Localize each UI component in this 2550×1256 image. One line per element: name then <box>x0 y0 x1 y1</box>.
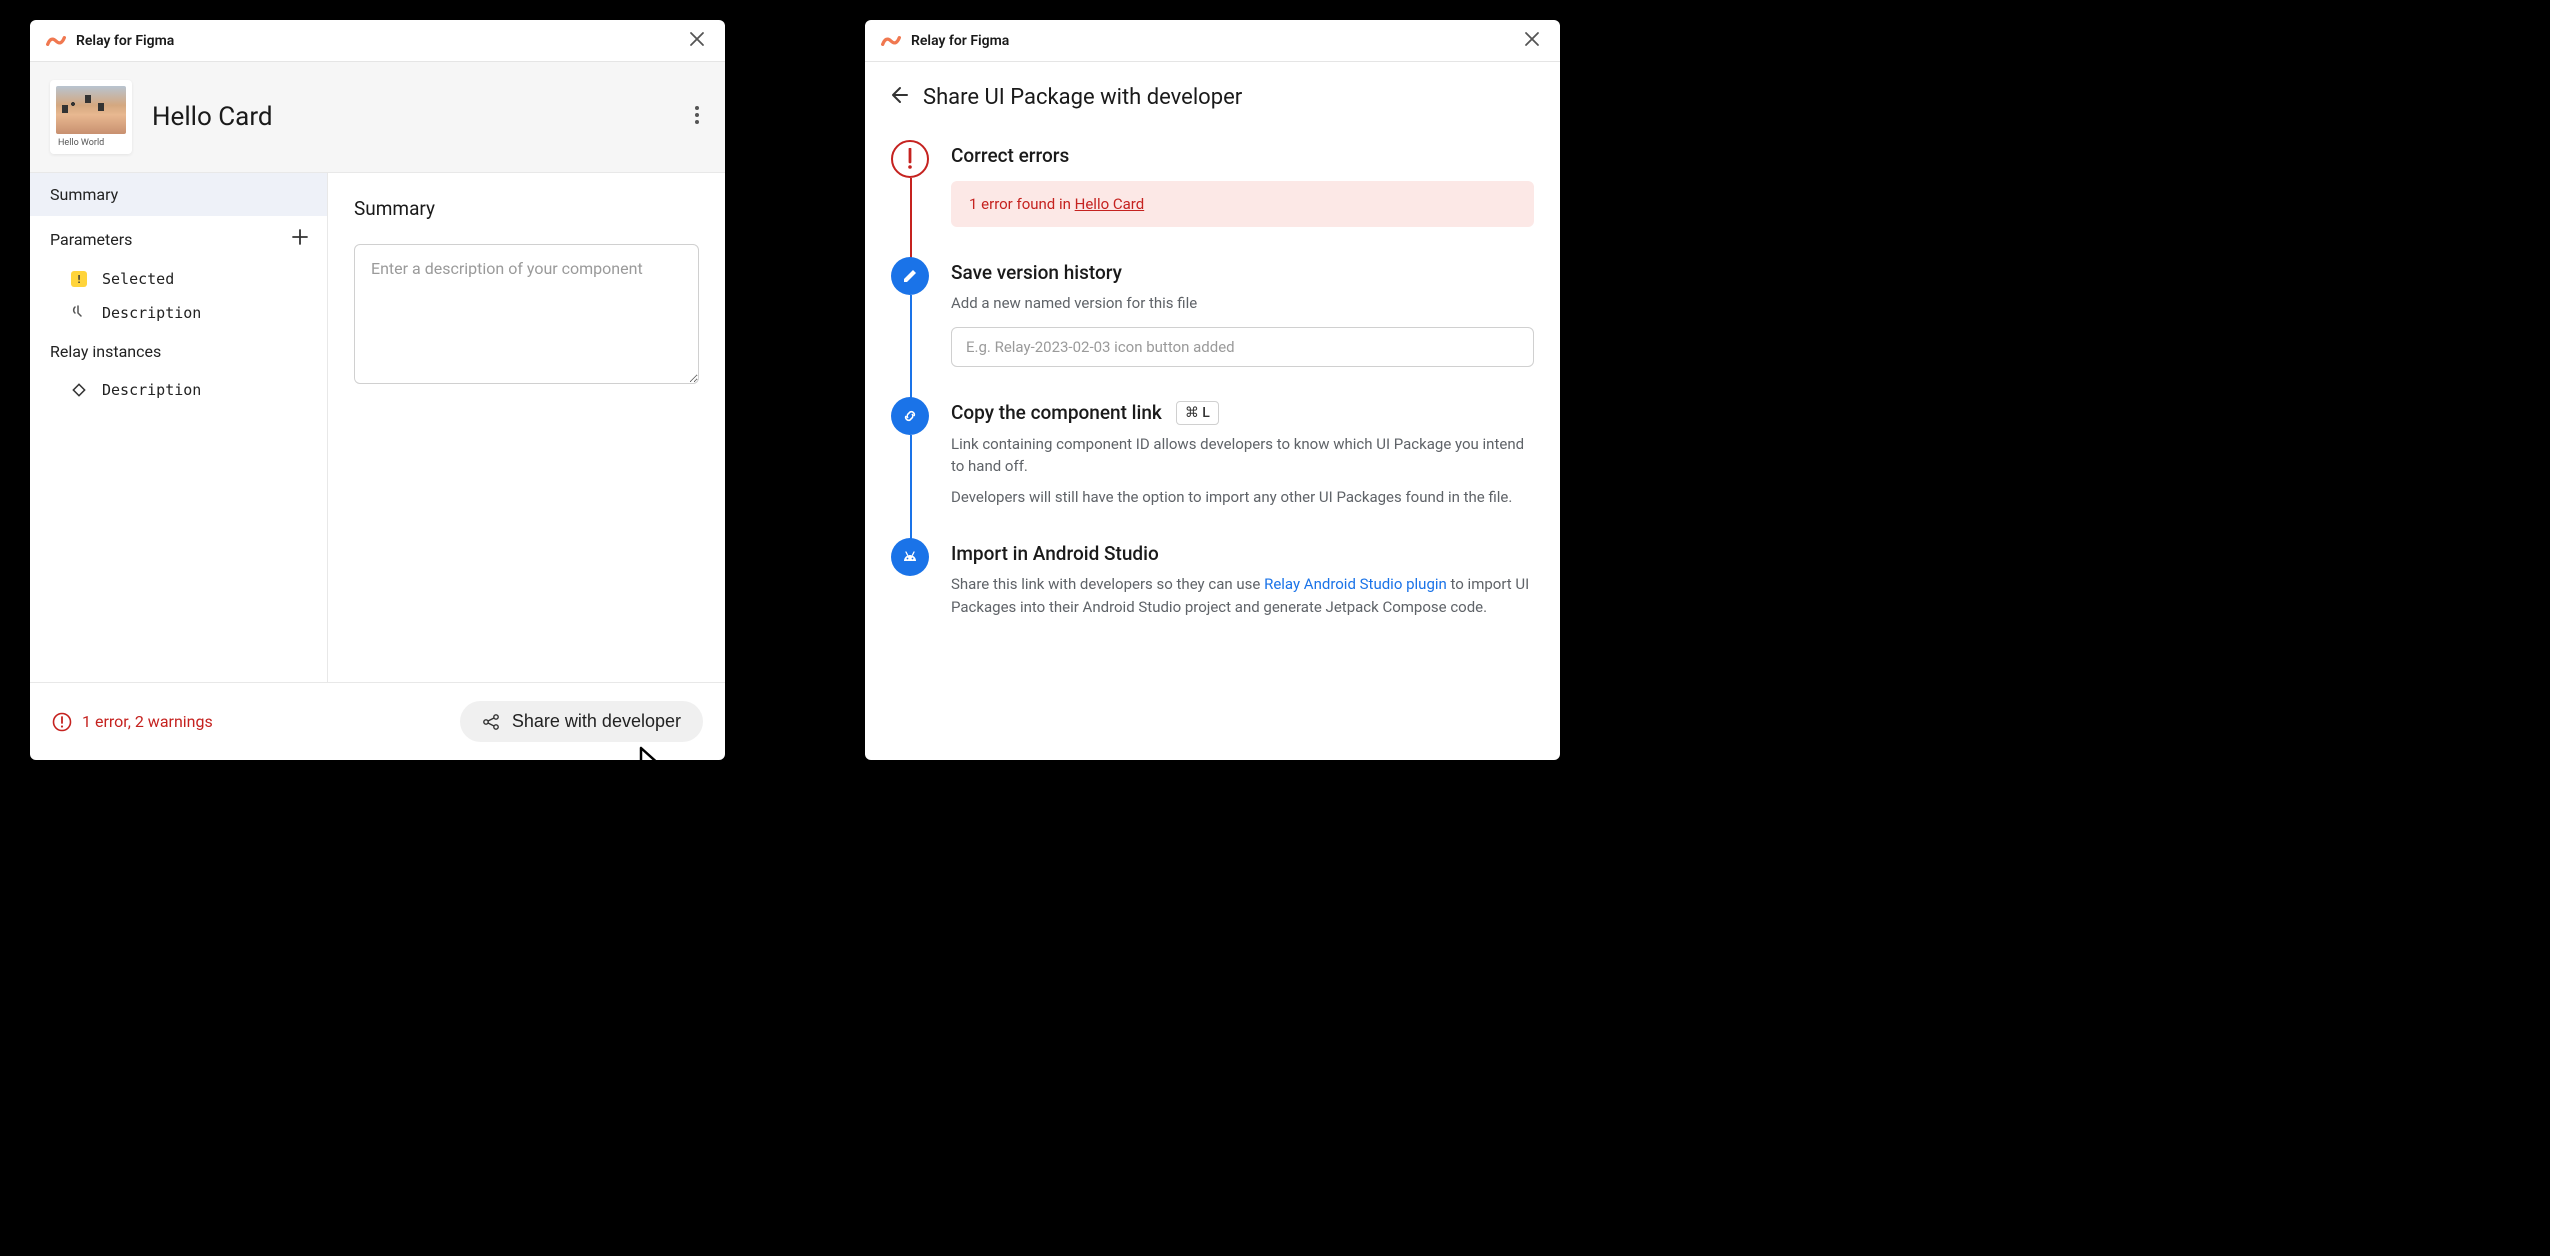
share-with-developer-button[interactable]: Share with developer <box>460 701 703 742</box>
error-icon <box>52 712 72 732</box>
sidebar-item-parameters[interactable]: Parameters <box>30 216 327 262</box>
step-subtitle: Add a new named version for this file <box>951 292 1534 315</box>
main-heading: Summary <box>354 197 699 220</box>
warning-badge-icon: ! <box>70 270 88 288</box>
step-description: Link containing component ID allows deve… <box>951 433 1534 478</box>
footer: 1 error, 2 warnings Share with developer <box>30 682 725 760</box>
link-step-icon <box>891 397 929 435</box>
share-body: Share UI Package with developer Correct … <box>865 62 1560 640</box>
step-connector <box>910 295 912 401</box>
add-parameter-button[interactable] <box>291 228 309 250</box>
relay-logo-icon <box>881 33 901 49</box>
error-status[interactable]: 1 error, 2 warnings <box>52 712 213 732</box>
keyboard-shortcut: ⌘ L <box>1176 401 1219 425</box>
close-button[interactable] <box>685 27 709 55</box>
error-step-icon <box>891 140 929 178</box>
thumbnail-image <box>56 86 126 134</box>
error-status-text: 1 error, 2 warnings <box>82 712 213 731</box>
parameter-item[interactable]: Description <box>30 296 327 330</box>
diamond-icon <box>70 381 88 399</box>
step-description: Share this link with developers so they … <box>951 573 1534 618</box>
stepper: Correct errors 1 error found in Hello Ca… <box>887 140 1534 618</box>
android-step-icon <box>891 538 929 576</box>
component-thumbnail: Hello World <box>50 80 132 154</box>
error-link[interactable]: Hello Card <box>1075 195 1145 213</box>
header-row: Share UI Package with developer <box>887 84 1534 110</box>
sidebar-label: Parameters <box>50 230 132 249</box>
share-button-label: Share with developer <box>512 711 681 732</box>
parameter-label: Selected <box>102 270 174 288</box>
panel-share-wizard: Relay for Figma Share UI Package with de… <box>865 20 1560 760</box>
error-banner-text: 1 error found in <box>969 195 1075 213</box>
share-icon <box>482 713 500 731</box>
component-title: Hello Card <box>152 102 689 132</box>
app-title: Relay for Figma <box>76 33 685 49</box>
sidebar-item-relay-instances[interactable]: Relay instances <box>30 330 327 373</box>
titlebar: Relay for Figma <box>30 20 725 62</box>
step-import-android: Import in Android Studio Share this link… <box>891 538 1534 618</box>
step-title: Import in Android Studio <box>951 542 1534 565</box>
step-title: Correct errors <box>951 144 1534 167</box>
step-title: Copy the component link ⌘ L <box>951 401 1534 425</box>
back-button[interactable] <box>887 84 909 110</box>
error-banner: 1 error found in Hello Card <box>951 181 1534 227</box>
relay-logo-icon <box>46 33 66 49</box>
step-save-version: Save version history Add a new named ver… <box>891 257 1534 397</box>
main-content: Summary <box>328 173 725 682</box>
close-button[interactable] <box>1520 27 1544 55</box>
titlebar: Relay for Figma <box>865 20 1560 62</box>
parameter-item[interactable]: ! Selected <box>30 262 327 296</box>
step-connector <box>910 435 912 543</box>
step-description: Developers will still have the option to… <box>951 486 1534 509</box>
sidebar-item-summary[interactable]: Summary <box>30 173 327 216</box>
app-title: Relay for Figma <box>911 33 1520 49</box>
component-header: Hello World Hello Card <box>30 62 725 173</box>
version-name-input[interactable] <box>951 327 1534 367</box>
more-options-button[interactable] <box>689 100 705 134</box>
step-correct-errors: Correct errors 1 error found in Hello Ca… <box>891 140 1534 257</box>
relay-instance-item[interactable]: Description <box>30 373 327 407</box>
panel-component-editor: Relay for Figma Hello World Hello Card S… <box>30 20 725 760</box>
relay-instance-label: Description <box>102 381 201 399</box>
thumbnail-label: Hello World <box>56 134 126 148</box>
edit-step-icon <box>891 257 929 295</box>
sidebar-label: Relay instances <box>50 342 161 361</box>
editor-body: Summary Parameters ! Selected Descriptio… <box>30 173 725 682</box>
tap-icon <box>70 304 88 322</box>
sidebar-label: Summary <box>50 185 118 204</box>
sidebar: Summary Parameters ! Selected Descriptio… <box>30 173 328 682</box>
step-title: Save version history <box>951 261 1534 284</box>
page-title: Share UI Package with developer <box>923 85 1242 110</box>
plugin-link[interactable]: Relay Android Studio plugin <box>1264 575 1447 593</box>
parameter-label: Description <box>102 304 201 322</box>
description-input[interactable] <box>354 244 699 384</box>
step-copy-link: Copy the component link ⌘ L Link contain… <box>891 397 1534 539</box>
step-connector <box>910 178 912 261</box>
step-title-text: Copy the component link <box>951 401 1162 424</box>
